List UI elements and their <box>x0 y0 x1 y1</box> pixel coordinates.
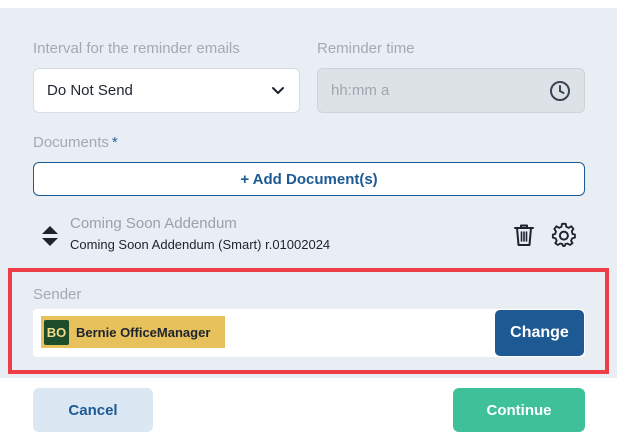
document-row: Coming Soon Addendum Coming Soon Addendu… <box>0 210 617 260</box>
cancel-button[interactable]: Cancel <box>33 388 153 432</box>
trash-icon[interactable] <box>511 222 537 248</box>
interval-label: Interval for the reminder emails <box>33 40 240 57</box>
gear-icon[interactable] <box>551 222 577 248</box>
documents-label-text: Documents <box>33 134 109 151</box>
required-mark: * <box>111 134 118 151</box>
reminder-time-label: Reminder time <box>317 40 415 57</box>
documents-label: Documents * <box>33 134 118 151</box>
reminder-time-input[interactable]: hh:mm a <box>317 68 585 113</box>
drag-handle-icon[interactable] <box>40 224 60 248</box>
add-document-button[interactable]: + Add Document(s) <box>33 162 585 196</box>
clock-icon[interactable] <box>549 80 571 102</box>
sender-name: Bernie OfficeManager <box>76 324 211 340</box>
sender-avatar: BO <box>44 319 69 345</box>
sender-chip: BO Bernie OfficeManager <box>41 316 225 348</box>
interval-select[interactable]: Do Not Send <box>33 68 300 113</box>
document-title: Coming Soon Addendum <box>70 215 237 232</box>
sender-label: Sender <box>33 286 82 303</box>
document-subtitle: Coming Soon Addendum (Smart) r.01002024 <box>70 237 331 252</box>
sender-field: BO Bernie OfficeManager Change <box>33 309 585 357</box>
chevron-down-icon <box>272 86 284 94</box>
continue-button[interactable]: Continue <box>453 388 585 432</box>
reminder-time-placeholder: hh:mm a <box>331 82 390 99</box>
interval-select-value: Do Not Send <box>47 82 133 99</box>
change-sender-button[interactable]: Change <box>495 310 584 356</box>
